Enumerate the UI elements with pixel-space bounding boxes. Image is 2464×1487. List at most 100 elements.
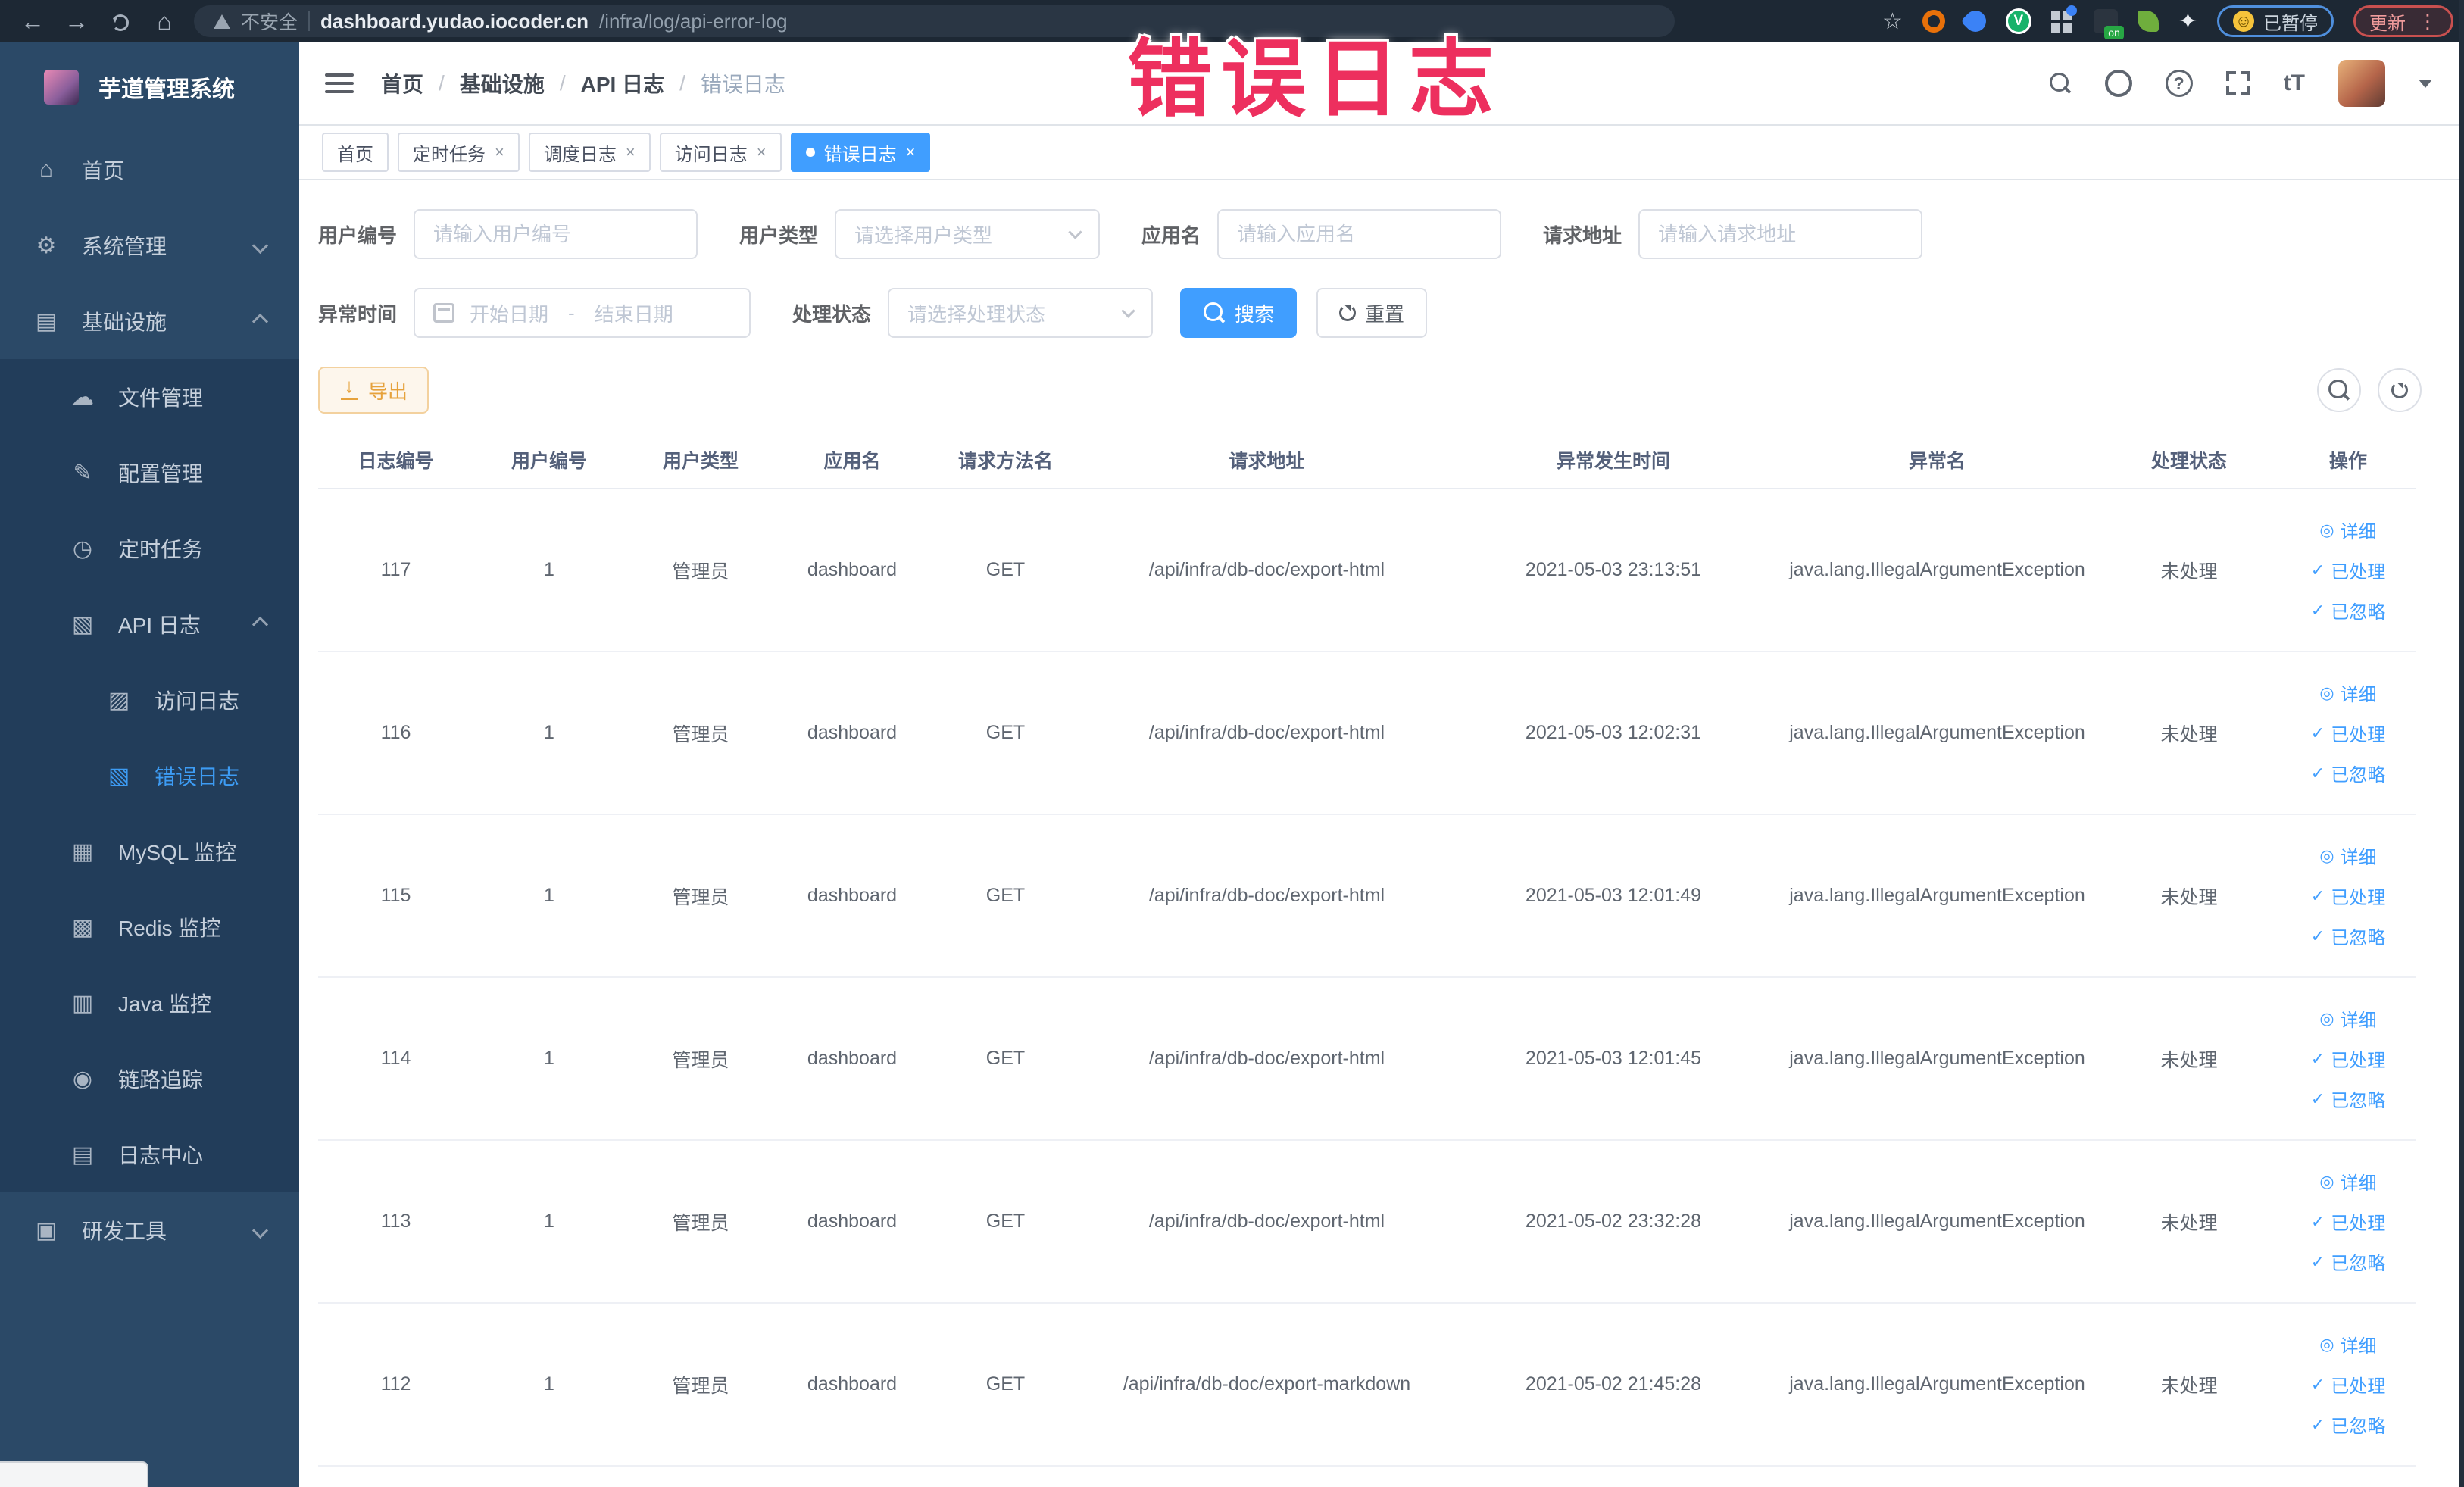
- sidebar-item-job[interactable]: ◷ 定时任务: [0, 511, 299, 586]
- close-icon[interactable]: ×: [757, 144, 767, 161]
- export-button[interactable]: 导出: [318, 367, 429, 414]
- action-ignored-link[interactable]: ✓ 已忽略: [2311, 1248, 2385, 1275]
- user-type-label: 用户类型: [739, 223, 819, 247]
- breadcrumb-item[interactable]: 首页: [381, 68, 423, 98]
- action-ignored-link[interactable]: ✓ 已忽略: [2311, 760, 2385, 786]
- user-avatar[interactable]: [2338, 60, 2385, 107]
- filter-row-1: 用户编号 用户类型 请选择用户类型 应用名 请求地址: [318, 209, 2422, 259]
- action-processed-link[interactable]: ✓ 已处理: [2311, 1208, 2385, 1235]
- sidebar-logo[interactable]: 芋道管理系统: [0, 42, 299, 132]
- extensions-puzzle-icon[interactable]: ✦: [2178, 8, 2197, 35]
- java-icon: ▥: [71, 990, 94, 1016]
- sidebar-item-home[interactable]: ⌂ 首页: [0, 132, 299, 208]
- action-detail-link[interactable]: ◎ 详细: [2319, 842, 2376, 869]
- extension-blue-icon[interactable]: [1960, 6, 1991, 36]
- close-icon[interactable]: ×: [906, 144, 916, 161]
- search-icon[interactable]: [2049, 72, 2072, 95]
- paused-extension-pill[interactable]: ☺ 已暂停: [2217, 5, 2334, 37]
- cell-app: dashboard: [807, 885, 898, 906]
- action-label: 已处理: [2331, 562, 2386, 583]
- toggle-search-button[interactable]: [2317, 368, 2361, 412]
- sidebar-item-accesslog[interactable]: ▨ 访问日志: [0, 662, 299, 738]
- action-detail-link[interactable]: ◎ 详细: [2319, 517, 2376, 543]
- sidebar-item-infra[interactable]: ▤ 基础设施: [0, 283, 299, 359]
- action-detail-link[interactable]: ◎ 详细: [2319, 1168, 2376, 1195]
- navbar-right: [2049, 60, 2432, 107]
- action-processed-link[interactable]: ✓ 已处理: [2311, 720, 2385, 746]
- help-icon[interactable]: [2165, 70, 2193, 97]
- action-ignored-link[interactable]: ✓ 已忽略: [2311, 923, 2385, 949]
- tag-access-log[interactable]: 访问日志 ×: [659, 133, 782, 172]
- tag-home[interactable]: 首页: [322, 133, 389, 172]
- column-header: 异常名: [1908, 451, 1966, 472]
- sidebar-item-redis[interactable]: ▩ Redis 监控: [0, 889, 299, 965]
- action-processed-link[interactable]: ✓ 已处理: [2311, 1045, 2385, 1072]
- extension-grid-icon[interactable]: [2050, 5, 2077, 33]
- chevron-down-icon: [251, 237, 269, 254]
- font-size-icon[interactable]: [2284, 70, 2305, 96]
- close-icon[interactable]: ×: [626, 144, 636, 161]
- sidebar-item-java[interactable]: ▥ Java 监控: [0, 965, 299, 1041]
- bookmark-star-icon[interactable]: ☆: [1882, 8, 1903, 35]
- reset-button[interactable]: 重置: [1316, 288, 1428, 338]
- sidebar-item-label: 配置管理: [118, 462, 204, 486]
- action-label: 已忽略: [2331, 928, 2386, 948]
- github-icon[interactable]: [2104, 70, 2132, 97]
- breadcrumb-item[interactable]: API 日志: [581, 68, 664, 98]
- extension-switch-on-icon[interactable]: [2093, 9, 2124, 39]
- action-detail-link[interactable]: ◎ 详细: [2319, 1005, 2376, 1032]
- breadcrumb-item[interactable]: 基础设施: [460, 68, 545, 98]
- tags-view-bar: 首页 定时任务 × 调度日志 × 访问日志 × 错误日志 ×: [299, 126, 2464, 180]
- extension-orange-icon[interactable]: [1922, 10, 1945, 33]
- browser-home-icon[interactable]: ⌂: [142, 8, 186, 36]
- sidebar-item-trace[interactable]: ◉ 链路追踪: [0, 1041, 299, 1117]
- browser-reload-icon[interactable]: [98, 8, 142, 36]
- sidebar-item-label: 错误日志: [155, 765, 240, 789]
- request-url-input[interactable]: [1638, 209, 1923, 259]
- browser-menu-kebab-icon[interactable]: ⋮: [2418, 10, 2437, 33]
- tag-label: 首页: [337, 144, 373, 165]
- action-label: 已处理: [2331, 1051, 2386, 1071]
- search-icon: [1203, 301, 1226, 324]
- browser-update-button[interactable]: 更新 ⋮: [2353, 5, 2453, 37]
- sidebar-item-logcenter[interactable]: ▤ 日志中心: [0, 1117, 299, 1192]
- hamburger-icon[interactable]: [325, 73, 354, 93]
- browser-back-icon[interactable]: ←: [11, 8, 55, 36]
- sidebar-item-config[interactable]: ✎ 配置管理: [0, 435, 299, 511]
- close-icon[interactable]: ×: [495, 144, 504, 161]
- tag-job[interactable]: 定时任务 ×: [398, 133, 520, 172]
- action-ignored-link[interactable]: ✓ 已忽略: [2311, 1086, 2385, 1112]
- tag-error-log[interactable]: 错误日志 ×: [790, 133, 931, 172]
- app-name-input[interactable]: [1217, 209, 1502, 259]
- action-detail-link[interactable]: ◎ 详细: [2319, 1331, 2376, 1357]
- cell-user_type: 管理员: [672, 1049, 729, 1071]
- action-ignored-link[interactable]: ✓ 已忽略: [2311, 1411, 2385, 1438]
- process-status-select[interactable]: 请选择处理状态: [888, 288, 1154, 338]
- search-button[interactable]: 搜索: [1180, 288, 1298, 338]
- sidebar-item-errorlog[interactable]: ▧ 错误日志: [0, 738, 299, 814]
- exception-time-range-picker[interactable]: 开始日期 - 结束日期: [414, 288, 751, 338]
- sidebar-item-file[interactable]: ☁ 文件管理: [0, 359, 299, 435]
- tag-job-log[interactable]: 调度日志 ×: [528, 133, 651, 172]
- cell-url: /api/infra/db-doc/export-html: [1148, 559, 1385, 580]
- user-id-input[interactable]: [414, 209, 698, 259]
- sidebar-item-system[interactable]: ⚙ 系统管理: [0, 208, 299, 283]
- fullscreen-icon[interactable]: [2225, 71, 2250, 95]
- cell-url: /api/infra/db-doc/export-html: [1148, 722, 1385, 743]
- chevron-down-icon[interactable]: [2419, 79, 2432, 88]
- sidebar-item-apilog[interactable]: ▧ API 日志: [0, 586, 299, 662]
- extension-green-v-icon[interactable]: [2005, 8, 2031, 34]
- action-processed-link[interactable]: ✓ 已处理: [2311, 557, 2385, 583]
- chevron-down-icon: [1068, 224, 1082, 239]
- sidebar-item-mysql[interactable]: ▦ MySQL 监控: [0, 814, 299, 889]
- action-detail-link[interactable]: ◎ 详细: [2319, 679, 2376, 706]
- user-type-select[interactable]: 请选择用户类型: [835, 209, 1101, 259]
- extension-leaf-icon[interactable]: [2137, 11, 2159, 32]
- action-ignored-link[interactable]: ✓ 已忽略: [2311, 597, 2385, 623]
- address-bar[interactable]: 不安全 dashboard.yudao.iocoder.cn /infra/lo…: [194, 5, 1675, 37]
- sidebar-item-tools[interactable]: ▣ 研发工具: [0, 1192, 299, 1268]
- refresh-table-button[interactable]: [2378, 368, 2422, 412]
- action-processed-link[interactable]: ✓ 已处理: [2311, 883, 2385, 909]
- action-processed-link[interactable]: ✓ 已处理: [2311, 1371, 2385, 1398]
- browser-forward-icon[interactable]: →: [55, 8, 98, 36]
